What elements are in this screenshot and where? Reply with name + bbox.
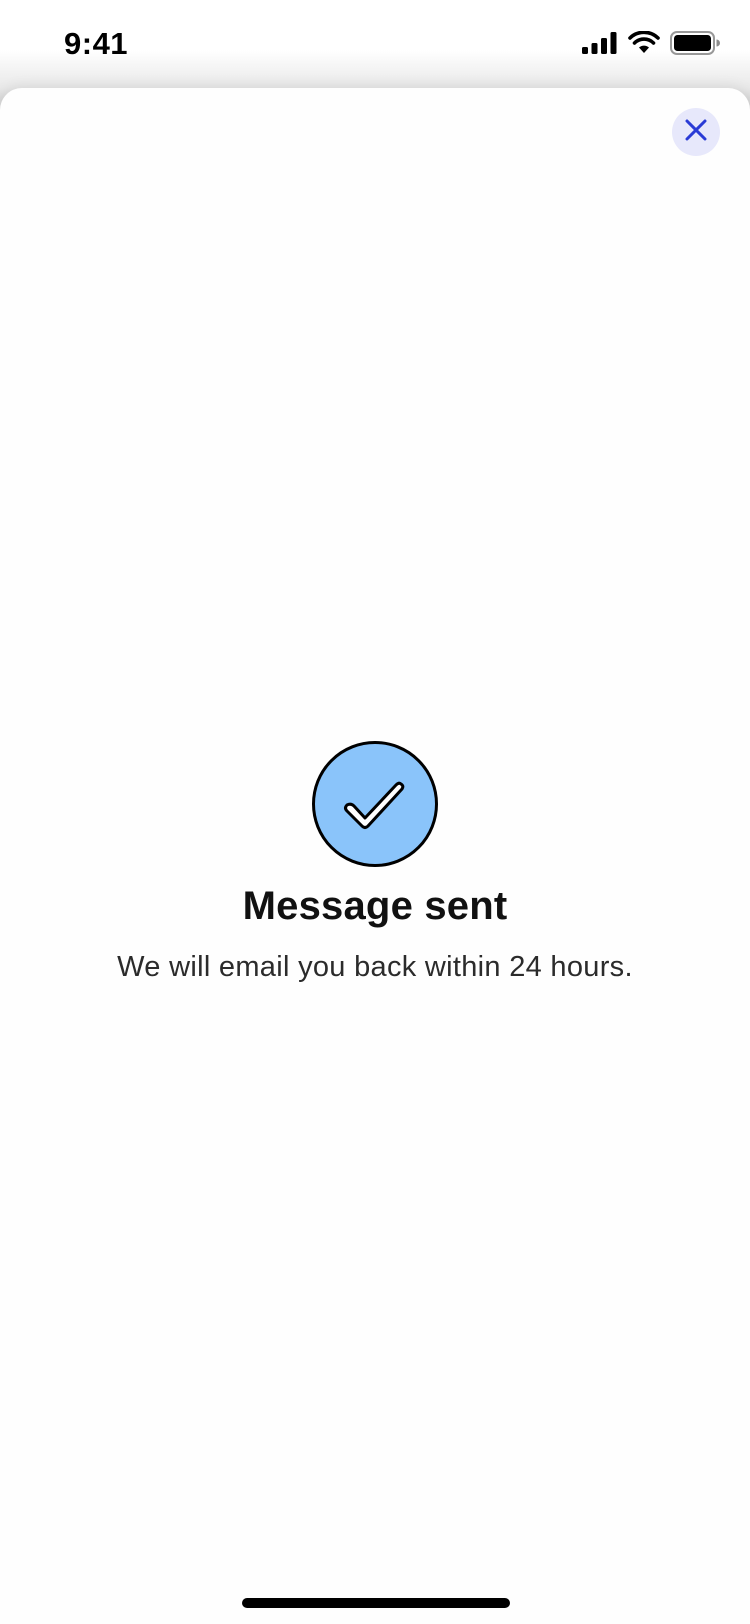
modal-sheet: Message sent We will email you back with… bbox=[0, 88, 750, 1624]
confirmation-message: We will email you back within 24 hours. bbox=[117, 951, 633, 983]
close-icon bbox=[684, 118, 708, 147]
status-bar: 9:41 bbox=[0, 0, 750, 88]
confirmation-block: Message sent We will email you back with… bbox=[0, 740, 750, 984]
status-icons bbox=[582, 30, 720, 60]
close-button[interactable] bbox=[672, 108, 720, 156]
status-time: 9:41 bbox=[64, 26, 129, 61]
confirmation-title: Message sent bbox=[242, 884, 508, 928]
battery-icon bbox=[670, 30, 720, 60]
screen: 9:41 Message sent We will email you back… bbox=[0, 0, 750, 1624]
cellular-signal-icon bbox=[582, 31, 618, 59]
checkmark-circle-icon bbox=[311, 740, 439, 868]
wifi-icon bbox=[628, 30, 660, 60]
home-indicator[interactable] bbox=[242, 1598, 510, 1608]
